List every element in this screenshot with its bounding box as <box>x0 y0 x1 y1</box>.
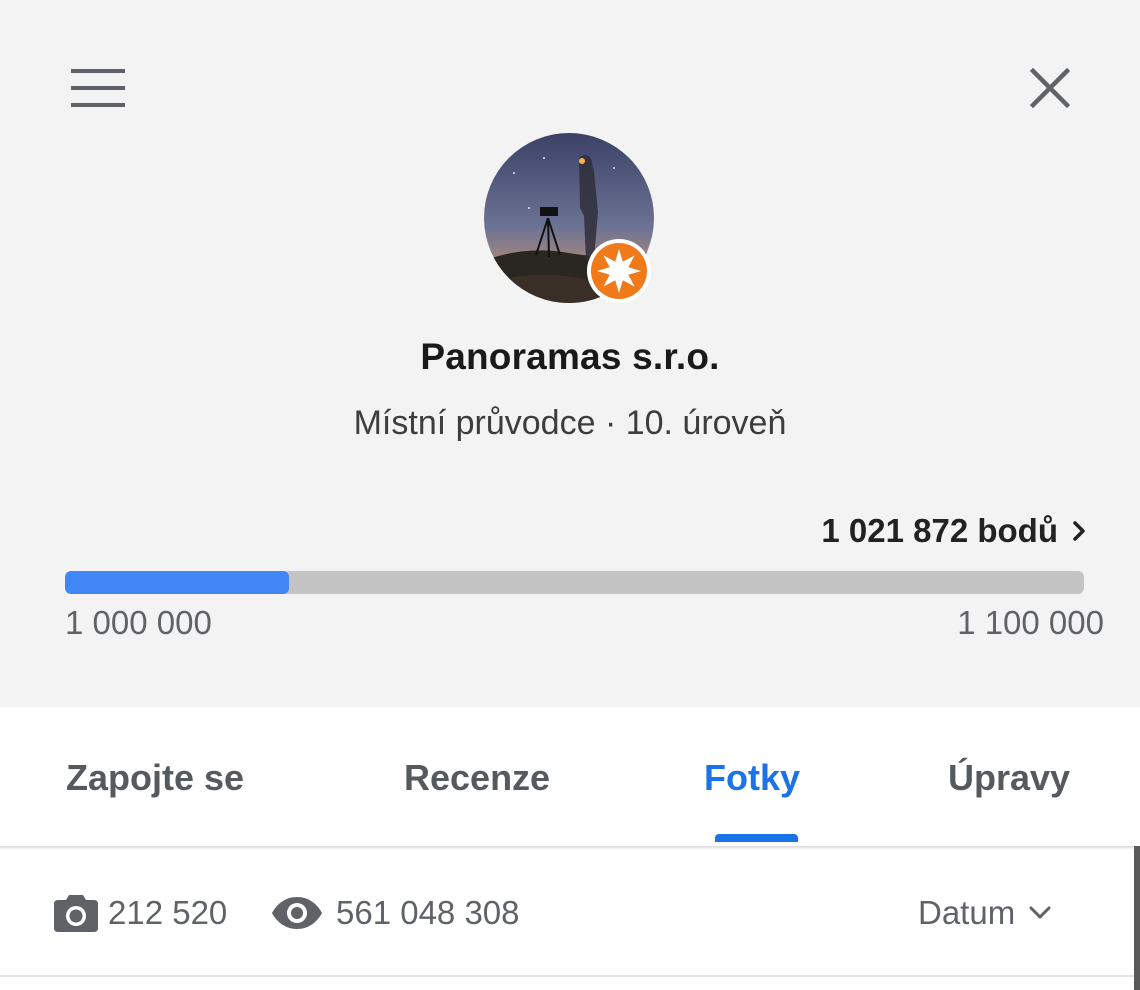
chevron-down-icon <box>1029 906 1051 919</box>
photo-stats-bar: 212 520 561 048 308 Datum <box>0 850 1134 975</box>
active-tab-indicator <box>715 834 798 842</box>
tab-recenze[interactable]: Recenze <box>404 707 550 848</box>
tab-fotky[interactable]: Fotky <box>704 707 800 848</box>
local-guide-badge <box>587 239 651 303</box>
level-progress-fill <box>65 571 290 594</box>
camera-icon <box>54 895 98 932</box>
points-link[interactable]: 1 021 872 bodů <box>821 507 1086 555</box>
profile-tabs: Zapojte se Recenze Fotky Úpravy <box>0 707 1140 848</box>
tab-zapojte-se[interactable]: Zapojte se <box>66 707 244 848</box>
level-progress-bar <box>65 571 1084 594</box>
menu-button[interactable] <box>60 55 136 121</box>
close-button[interactable] <box>1016 55 1084 121</box>
photos-count-stat: 212 520 <box>54 890 227 936</box>
hamburger-menu-icon <box>71 69 125 107</box>
points-total: 1 021 872 bodů <box>821 512 1058 549</box>
scrollbar[interactable] <box>1134 846 1140 990</box>
progress-range-min: 1 000 000 <box>65 604 212 641</box>
eye-icon <box>272 897 322 929</box>
photos-count: 212 520 <box>108 894 228 931</box>
sort-label: Datum <box>918 894 1016 931</box>
tab-upravy[interactable]: Úpravy <box>948 707 1070 848</box>
profile-header: Panoramas s.r.o. Místní průvodce · 10. ú… <box>0 0 1140 707</box>
progress-range-max: 1 100 000 <box>957 604 1104 641</box>
sort-dropdown[interactable]: Datum <box>918 890 1051 936</box>
stats-divider <box>0 975 1134 977</box>
views-count: 561 048 308 <box>336 894 520 931</box>
local-guide-star-badge-icon <box>591 243 647 299</box>
profile-subtitle: Místní průvodce · 10. úroveň <box>353 404 787 442</box>
close-icon <box>1030 68 1070 108</box>
views-count-stat: 561 048 308 <box>272 890 520 936</box>
chevron-right-icon <box>1073 521 1085 541</box>
profile-name: Panoramas s.r.o. <box>420 336 720 377</box>
